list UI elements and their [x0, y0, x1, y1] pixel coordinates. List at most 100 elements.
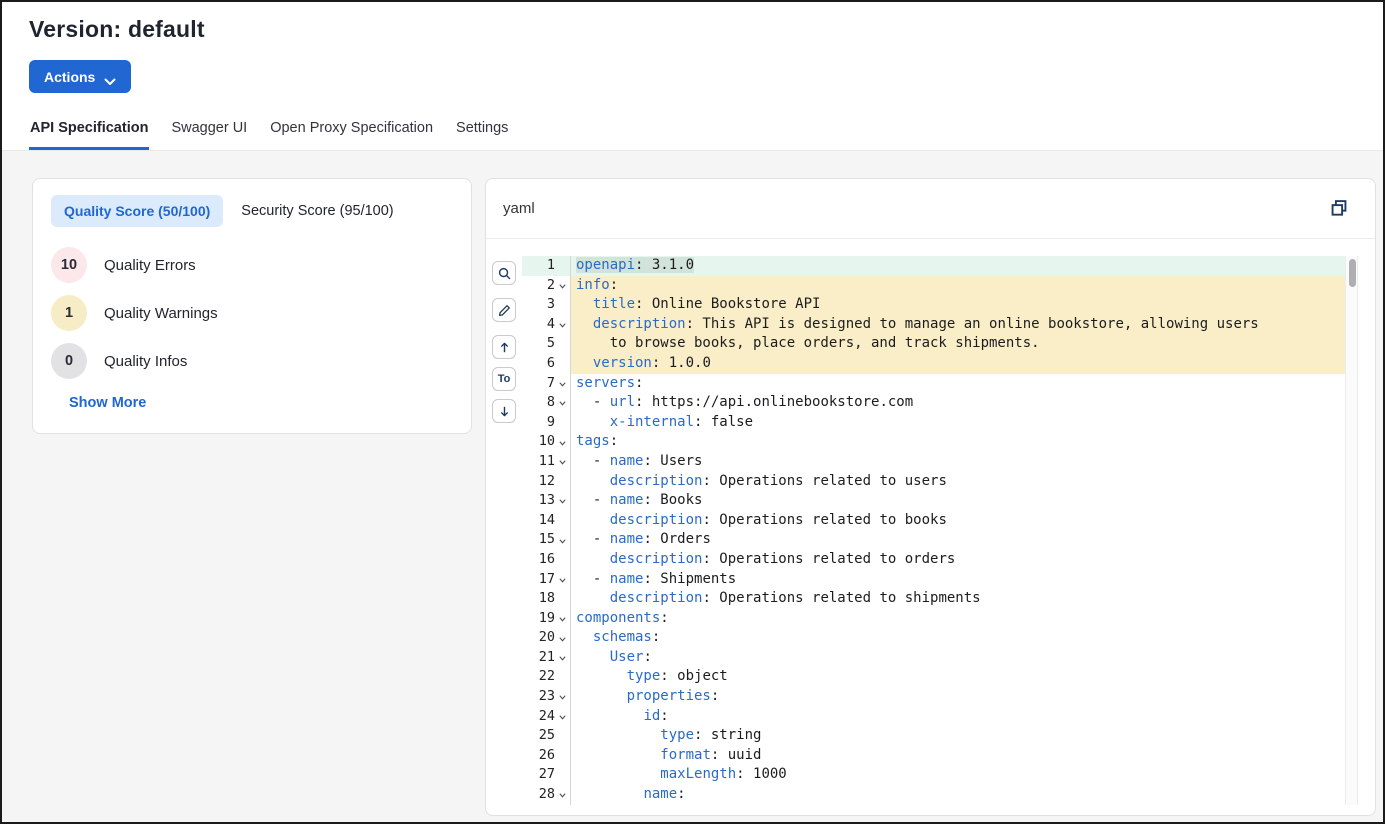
version-detail-page: Version: default Actions API Specificati…	[0, 0, 1385, 824]
actions-button-label: Actions	[44, 69, 95, 85]
line-gutter: 24	[522, 707, 571, 727]
fold-chevron-icon[interactable]	[555, 437, 570, 448]
line-gutter: 14	[522, 511, 571, 531]
tab-quality-score[interactable]: Quality Score (50/100)	[51, 195, 223, 227]
code-line: 1openapi: 3.1.0	[522, 256, 1345, 276]
search-button[interactable]	[492, 261, 516, 285]
arrow-up-button[interactable]	[492, 335, 516, 359]
line-number: 16	[522, 550, 555, 570]
fold-chevron-icon[interactable]	[555, 574, 570, 585]
line-gutter: 22	[522, 667, 571, 687]
line-number: 8	[522, 393, 555, 413]
line-gutter: 21	[522, 648, 571, 668]
fold-chevron-icon[interactable]	[555, 456, 570, 467]
line-gutter: 19	[522, 609, 571, 629]
code-line-content: - url: https://api.onlinebookstore.com	[571, 393, 1345, 413]
code-line: 20 schemas:	[522, 628, 1345, 648]
code-line-content: description: Operations related to users	[571, 472, 1345, 492]
code-line: 6 version: 1.0.0	[522, 354, 1345, 374]
metric-count-badge: 10	[51, 247, 87, 283]
search-icon	[497, 266, 512, 281]
line-gutter: 25	[522, 726, 571, 746]
line-gutter: 6	[522, 354, 571, 374]
fold-chevron-icon[interactable]	[555, 280, 570, 291]
arrow-down-button[interactable]	[492, 399, 516, 423]
code-line-content: title: Online Bookstore API	[571, 295, 1345, 315]
line-number: 17	[522, 570, 555, 590]
fold-chevron-icon[interactable]	[555, 319, 570, 330]
code-line-content: servers:	[571, 374, 1345, 394]
code-line-content: description: This API is designed to man…	[571, 315, 1345, 335]
line-gutter: 9	[522, 413, 571, 433]
editor-scrollbar-track[interactable]	[1345, 256, 1358, 805]
code-line: 17 - name: Shipments	[522, 570, 1345, 590]
code-line-content: type: object	[571, 667, 1345, 687]
fold-chevron-icon[interactable]	[555, 789, 570, 800]
code-line-content: to browse books, place orders, and track…	[571, 334, 1345, 354]
line-gutter: 13	[522, 491, 571, 511]
code-viewer: 1openapi: 3.1.02 info:3 title: Online Boo…	[522, 256, 1358, 815]
code-line: 3 title: Online Bookstore API	[522, 295, 1345, 315]
fold-chevron-icon[interactable]	[555, 613, 570, 624]
code-line-content: schemas:	[571, 628, 1345, 648]
go-to-line-button[interactable]: To	[492, 367, 516, 391]
code-line-content: tags:	[571, 432, 1345, 452]
fold-chevron-icon[interactable]	[555, 652, 570, 663]
edit-pencil-button[interactable]	[492, 298, 516, 322]
page-header: Version: default Actions API Specificati…	[2, 2, 1383, 151]
code-line: 25 type: string	[522, 726, 1345, 746]
tab-swagger-ui[interactable]: Swagger UI	[170, 116, 248, 150]
actions-button[interactable]: Actions	[29, 60, 131, 93]
code-line-content: x-internal: false	[571, 413, 1345, 433]
fold-chevron-icon[interactable]	[555, 691, 570, 702]
code-line: 16 description: Operations related to or…	[522, 550, 1345, 570]
line-number: 6	[522, 354, 555, 374]
tab-security-score[interactable]: Security Score (95/100)	[241, 203, 393, 219]
line-gutter: 20	[522, 628, 571, 648]
score-tabs: Quality Score (50/100) Security Score (95…	[51, 195, 451, 227]
line-number: 7	[522, 374, 555, 394]
copy-button[interactable]	[1328, 198, 1350, 220]
line-gutter: 18	[522, 589, 571, 609]
tab-open-proxy-specification[interactable]: Open Proxy Specification	[269, 116, 434, 150]
code-line: 26 format: uuid	[522, 746, 1345, 766]
line-gutter: 28	[522, 785, 571, 805]
code-line: 18 description: Operations related to sh…	[522, 589, 1345, 609]
metric-label: Quality Warnings	[104, 305, 218, 322]
line-gutter: 5	[522, 334, 571, 354]
tab-settings[interactable]: Settings	[455, 116, 509, 150]
fold-chevron-icon[interactable]	[555, 633, 570, 644]
metric-row: 1 Quality Warnings	[51, 295, 451, 331]
fold-chevron-icon[interactable]	[555, 535, 570, 546]
line-gutter: 10	[522, 432, 571, 452]
line-gutter: 7	[522, 374, 571, 394]
line-number: 21	[522, 648, 555, 668]
line-number: 12	[522, 472, 555, 492]
line-number: 2	[522, 276, 555, 296]
code-line-content: info:	[571, 276, 1345, 296]
fold-chevron-icon[interactable]	[555, 397, 570, 408]
metric-row: 0Quality Infos	[51, 343, 451, 379]
editor-toolbar: To	[492, 261, 516, 815]
fold-chevron-icon[interactable]	[555, 495, 570, 506]
line-gutter: 27	[522, 765, 571, 785]
line-number: 11	[522, 452, 555, 472]
code-line: 24 id:	[522, 707, 1345, 727]
editor-scrollbar-thumb[interactable]	[1349, 259, 1356, 287]
line-gutter: 1	[522, 256, 571, 276]
metric-count-badge: 1	[51, 295, 87, 331]
line-gutter: 2	[522, 276, 571, 296]
fold-chevron-icon[interactable]	[555, 378, 570, 389]
fold-chevron-icon[interactable]	[555, 711, 570, 722]
line-number: 5	[522, 334, 555, 354]
copy-icon	[1329, 206, 1349, 221]
metric-label: Quality Errors	[104, 257, 196, 274]
code-line-content: properties:	[571, 687, 1345, 707]
code-block: 1openapi: 3.1.02 info:3 title: Online Boo…	[522, 256, 1345, 805]
code-line: 4 description: This API is designed to m…	[522, 315, 1345, 335]
code-line: 13 - name: Books	[522, 491, 1345, 511]
tab-api-specification[interactable]: API Specification	[29, 116, 149, 150]
line-number: 22	[522, 667, 555, 687]
line-gutter: 26	[522, 746, 571, 766]
show-more-link[interactable]: Show More	[69, 395, 146, 411]
